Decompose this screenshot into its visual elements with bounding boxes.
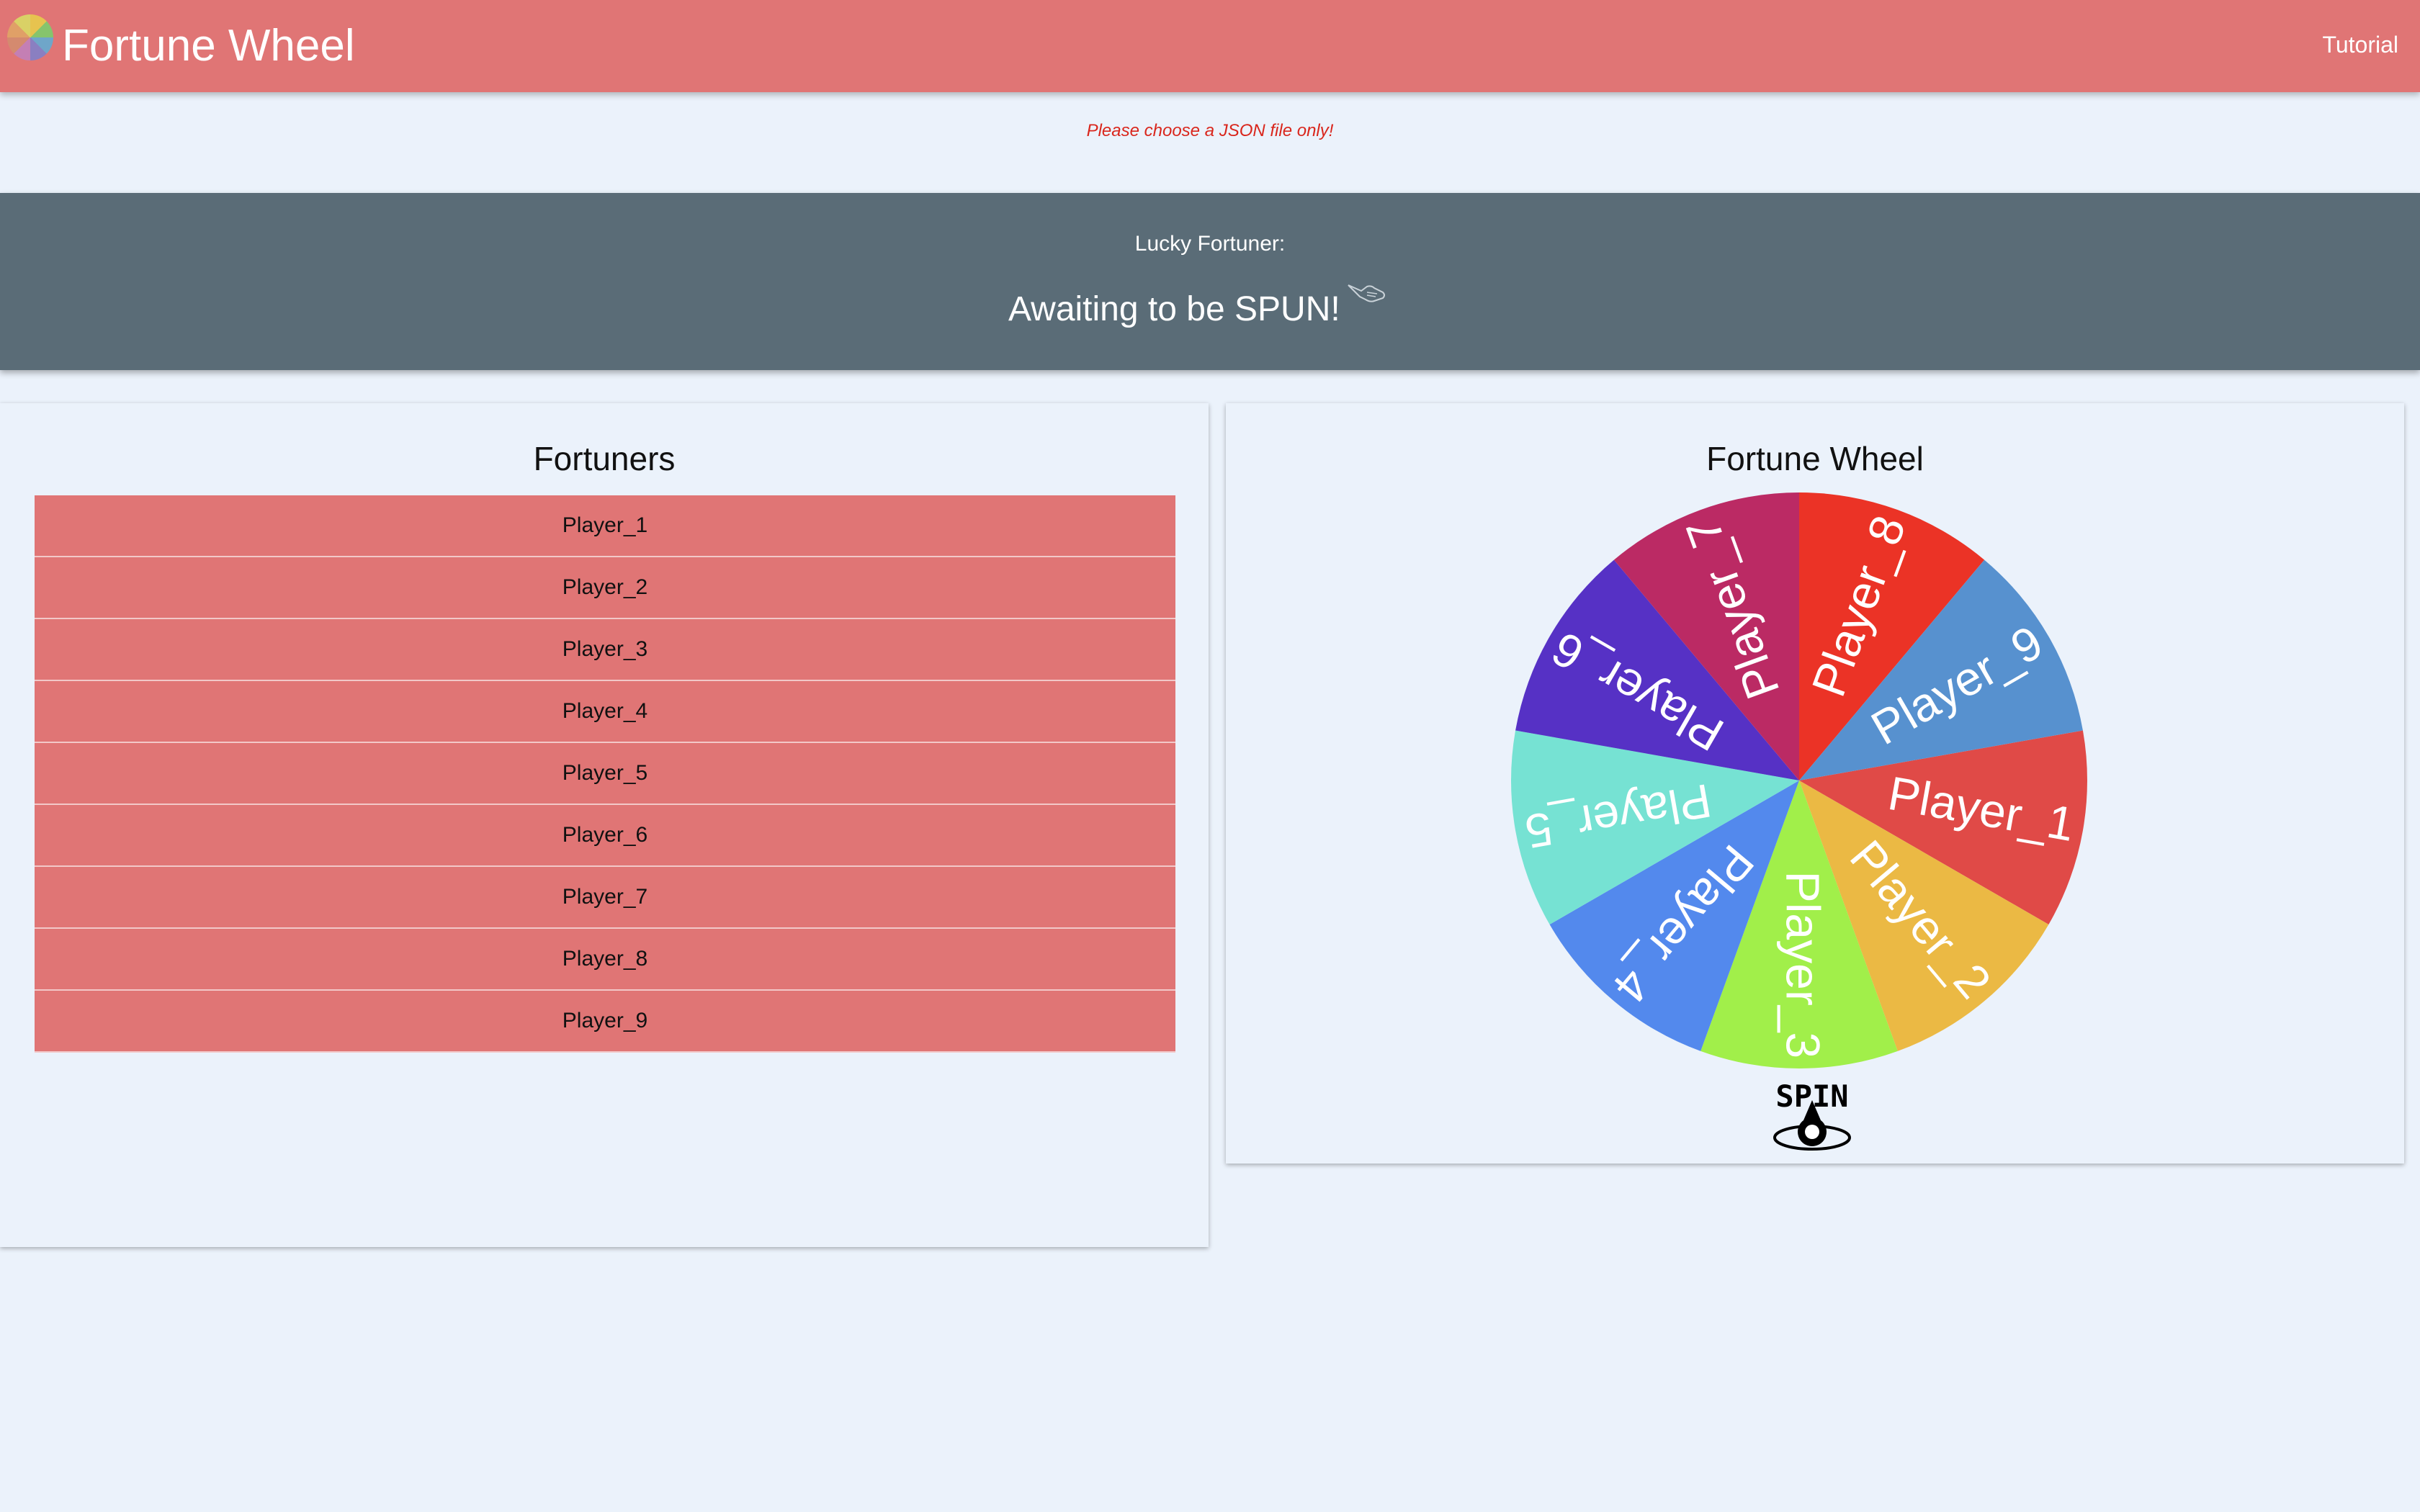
player-list-item[interactable]: Player_3 — [35, 619, 1175, 681]
wheel-segment-label: Player_3 — [1777, 871, 1830, 1059]
player-list-item[interactable]: Player_8 — [35, 929, 1175, 991]
fortune-wheel-title: Fortune Wheel — [1706, 440, 1924, 477]
player-list-item[interactable]: Player_6 — [35, 805, 1175, 867]
fortuners-title: Fortuners — [533, 440, 676, 477]
navbar: Fortune Wheel Tutorial — [0, 0, 2420, 92]
spin-pointer-icon[interactable] — [1769, 1079, 1855, 1158]
fortune-wheel[interactable]: Player_1Player_2Player_3Player_4Player_5… — [1511, 492, 2087, 1068]
player-list-item[interactable]: Player_2 — [35, 557, 1175, 619]
lucky-fortuner-result: Awaiting to be SPUN! — [1008, 290, 1340, 328]
pointing-hand-icon — [1348, 284, 1385, 302]
lucky-fortuner-banner: Lucky Fortuner: Awaiting to be SPUN! — [0, 193, 2420, 370]
file-type-warning: Please choose a JSON file only! — [1086, 121, 1334, 140]
fortune-wheel-card: Fortune Wheel Player_1 Player_2 Player_3 Pl… — [1226, 403, 2404, 1164]
fortuners-card: Fortuners Player_1 Player_2 Player_3 Player… — [0, 403, 1209, 1247]
app-title[interactable]: Fortune Wheel — [62, 17, 355, 75]
lucky-fortuner-label: Lucky Fortuner: — [1134, 232, 1286, 256]
player-list-item[interactable]: Player_1 — [35, 495, 1175, 557]
tutorial-link[interactable]: Tutorial — [2322, 32, 2398, 58]
player-list-item[interactable]: Player_9 — [35, 991, 1175, 1053]
fortune-wheel-logo-icon — [7, 14, 53, 60]
player-list: Player_1 Player_2 Player_3 Player_4 Player_5… — [35, 495, 1175, 1053]
player-list-item[interactable]: Player_7 — [35, 867, 1175, 929]
spin-button[interactable]: SPIN — [1769, 1079, 1855, 1158]
player-list-item[interactable]: Player_5 — [35, 743, 1175, 805]
player-list-item[interactable]: Player_4 — [35, 681, 1175, 743]
